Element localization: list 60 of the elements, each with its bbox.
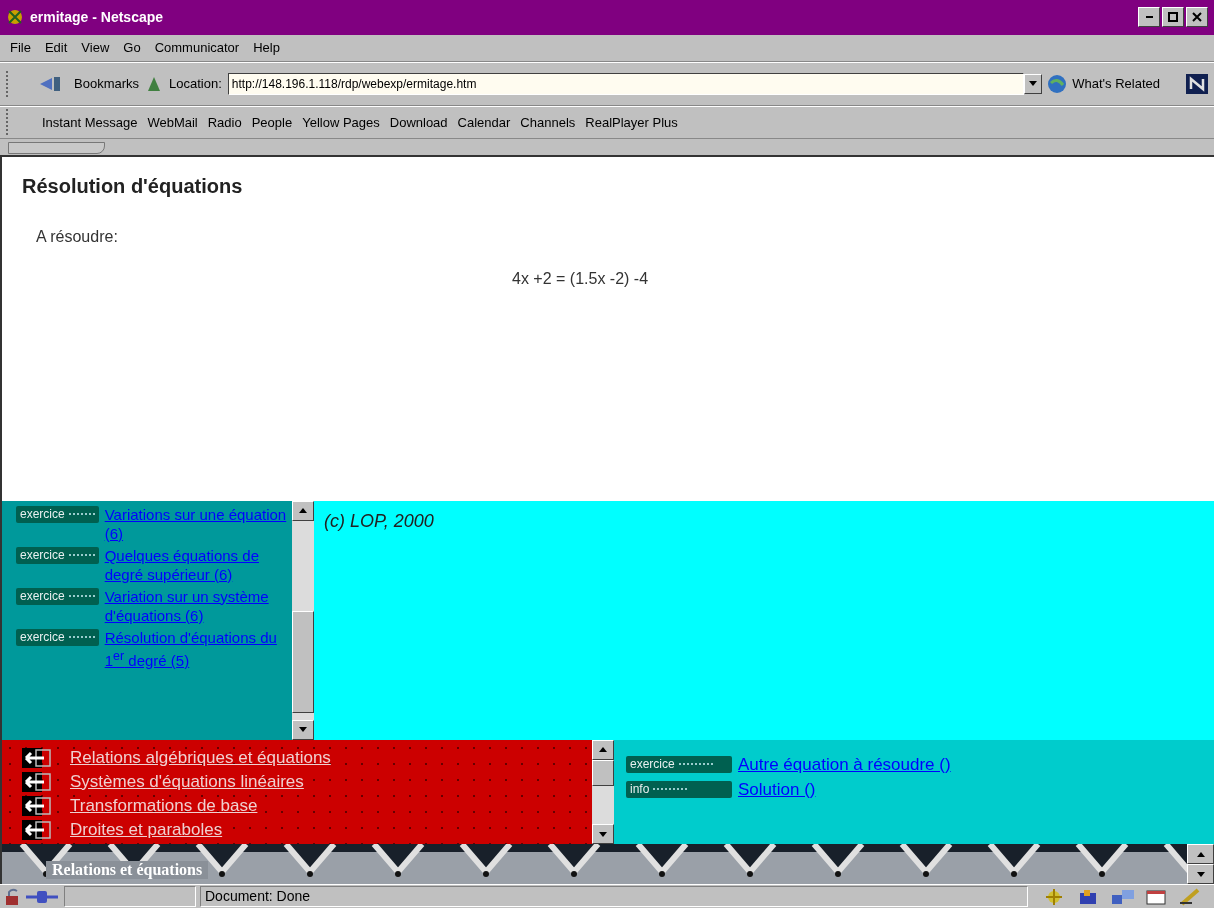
scroll-down-icon <box>299 727 307 733</box>
personal-toolbar-button[interactable]: Radio <box>207 114 242 130</box>
location-label: Location: <box>169 76 222 92</box>
close-icon <box>1192 12 1202 23</box>
security-lock-icon <box>6 888 20 906</box>
copyright-text: (c) LOP, 2000 <box>324 510 434 531</box>
personal-toolbar-button[interactable]: RealPlayer Plus <box>585 114 678 130</box>
status-text: Document: Done <box>200 886 1028 908</box>
menu-item[interactable]: Communicator <box>154 40 240 56</box>
personal-toolbar-button[interactable]: Instant Message <box>42 114 138 130</box>
action-badge: exercice <box>626 755 732 773</box>
prompt-text: A résoudre: <box>36 228 119 247</box>
minimize-icon <box>1145 16 1153 19</box>
bookmarks-button[interactable]: Bookmarks <box>74 76 140 92</box>
menu-item[interactable]: File <box>10 40 31 56</box>
banner-title: Relations et équations <box>46 861 209 880</box>
exercise-badge: exercice <box>16 628 99 646</box>
personal-toolbar-button[interactable]: Yellow Pages <box>302 114 380 130</box>
close-button[interactable] <box>1186 7 1208 28</box>
action-link[interactable]: Solution () <box>738 779 816 799</box>
maximize-button[interactable] <box>1162 7 1184 28</box>
minimize-button[interactable] <box>1138 7 1160 28</box>
chapter-link[interactable]: Systèmes d'équations linéaires <box>70 771 304 792</box>
scrollbar[interactable] <box>592 739 614 845</box>
dropdown-button[interactable] <box>1024 73 1043 94</box>
personal-toolbar-button[interactable]: Calendar <box>457 114 511 130</box>
scroll-up-icon <box>599 747 607 753</box>
collapsed-toolbar-tab[interactable] <box>8 142 105 155</box>
globe-icon <box>1048 74 1067 93</box>
scroll-up-icon <box>299 508 307 514</box>
menu-item[interactable]: Help <box>253 40 280 56</box>
exercise-badge: exercice <box>16 587 99 605</box>
scroll-up-icon <box>1196 851 1205 857</box>
maximize-icon <box>1168 12 1178 23</box>
window-title: ermitage - Netscape <box>30 9 165 26</box>
personal-toolbar-button[interactable]: Download <box>389 114 448 130</box>
scroll-down-icon <box>599 831 607 837</box>
scrollbar[interactable] <box>1187 844 1214 885</box>
personal-toolbar-button[interactable]: People <box>251 114 293 130</box>
whats-related-button[interactable]: What's Related <box>1072 76 1160 92</box>
chapter-link[interactable]: Droites et paraboles <box>70 819 223 840</box>
scroll-down-icon <box>1196 871 1205 877</box>
menu-item[interactable]: Edit <box>44 40 68 56</box>
equation-text: 4x +2 = (1.5x -2) -4 <box>511 270 650 289</box>
menu-item[interactable]: Go <box>123 40 141 56</box>
chapter-link[interactable]: Relations algébriques et équations <box>70 747 331 768</box>
scrollbar[interactable] <box>292 500 314 740</box>
netscape-logo-icon <box>1186 73 1208 94</box>
chapter-link[interactable]: Transformations de base <box>70 795 258 816</box>
exercise-badge: exercice <box>16 505 99 523</box>
exercise-badge: exercice <box>16 546 99 564</box>
caret-icon <box>1029 81 1038 87</box>
app-icon <box>6 8 24 27</box>
menu-item[interactable]: View <box>81 40 110 56</box>
location-field[interactable]: http://148.196.1.118/rdp/webexp/ermitage.htm <box>227 72 1025 95</box>
personal-toolbar-button[interactable]: Channels <box>520 114 576 130</box>
action-badge: info <box>626 780 732 798</box>
personal-toolbar-button[interactable]: WebMail <box>147 114 198 130</box>
page-heading: Résolution d'équations <box>22 175 244 199</box>
action-link[interactable]: Autre équation à résoudre () <box>738 754 951 774</box>
